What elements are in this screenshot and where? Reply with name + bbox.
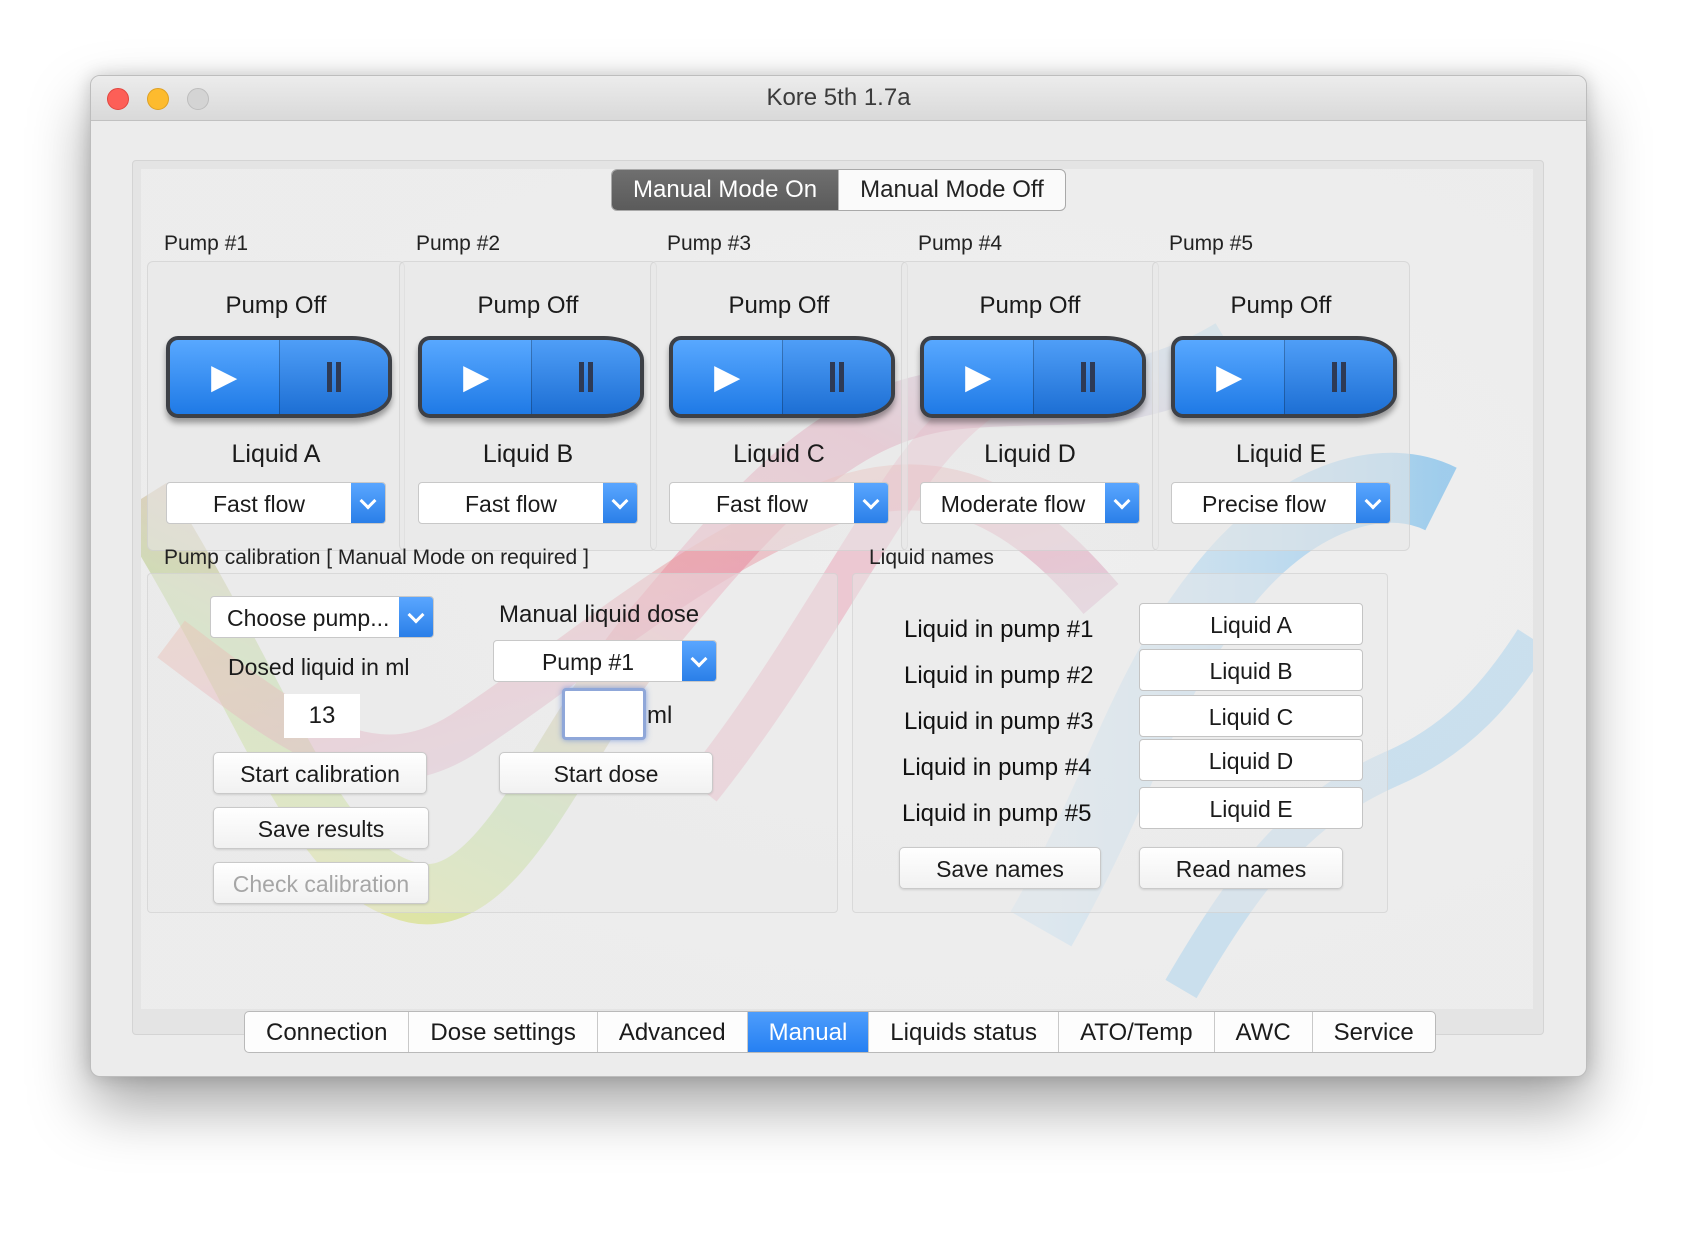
pump-5-switch[interactable]: ▶ <box>1171 336 1397 418</box>
pause-icon[interactable] <box>1032 340 1142 414</box>
pump-3-switch[interactable]: ▶ <box>669 336 895 418</box>
pump-1-switch[interactable]: ▶ <box>166 336 392 418</box>
tab-ato-temp[interactable]: ATO/Temp <box>1058 1012 1213 1052</box>
chevron-down-icon[interactable] <box>854 483 888 523</box>
manual-mode-on-segment[interactable]: Manual Mode On <box>612 170 839 210</box>
manual-mode-toggle[interactable]: Manual Mode On Manual Mode Off <box>611 169 1066 211</box>
pump-4-liquid-name: Liquid D <box>984 440 1076 468</box>
play-icon[interactable]: ▶ <box>673 340 782 414</box>
pump-4-card: Pump Off ▶ Liquid D Moderate flow <box>901 261 1159 551</box>
play-icon[interactable]: ▶ <box>1175 340 1284 414</box>
pump-5-status: Pump Off <box>1230 292 1332 319</box>
pump-2-switch[interactable]: ▶ <box>418 336 644 418</box>
choose-pump-select[interactable]: Choose pump... <box>210 596 434 638</box>
tab-manual[interactable]: Manual <box>746 1012 869 1052</box>
pump-4-status: Pump Off <box>979 292 1081 319</box>
liquid-name-field-5[interactable]: Liquid E <box>1139 787 1363 829</box>
pump-2-status: Pump Off <box>477 292 579 319</box>
window-title: Kore 5th 1.7a <box>766 84 911 111</box>
liquid-pump-4-label: Liquid in pump #4 <box>902 754 1092 781</box>
pump-4-flow-select[interactable]: Moderate flow <box>920 482 1140 524</box>
chevron-down-icon[interactable] <box>1105 483 1139 523</box>
tab-connection[interactable]: Connection <box>245 1012 408 1052</box>
pump-2-card: Pump Off ▶ Liquid B Fast flow <box>399 261 657 551</box>
pause-icon[interactable] <box>1283 340 1393 414</box>
pump-1-status: Pump Off <box>225 292 327 319</box>
tab-dose-settings[interactable]: Dose settings <box>408 1012 596 1052</box>
liquid-name-field-2[interactable]: Liquid B <box>1139 649 1363 691</box>
chevron-down-icon[interactable] <box>351 483 385 523</box>
start-dose-button[interactable]: Start dose <box>499 752 713 794</box>
liquid-pump-1-label: Liquid in pump #1 <box>904 616 1094 643</box>
manual-mode-off-segment[interactable]: Manual Mode Off <box>838 170 1065 210</box>
liquid-pump-5-label: Liquid in pump #5 <box>902 800 1092 827</box>
pump-3-label: Pump #3 <box>667 232 752 255</box>
pump-3-card: Pump Off ▶ Liquid C Fast flow <box>650 261 908 551</box>
tab-liquids-status[interactable]: Liquids status <box>868 1012 1058 1052</box>
chevron-down-icon[interactable] <box>1356 483 1390 523</box>
pump-3-status: Pump Off <box>728 292 830 319</box>
chevron-down-icon[interactable] <box>682 641 716 681</box>
pump-2-label: Pump #2 <box>416 232 501 255</box>
pump-4-label: Pump #4 <box>918 232 1003 255</box>
pump-1-flow-select[interactable]: Fast flow <box>166 482 386 524</box>
check-calibration-button[interactable]: Check calibration <box>213 862 429 904</box>
pump-5-liquid-name: Liquid E <box>1235 440 1327 468</box>
pump-2-flow-select[interactable]: Fast flow <box>418 482 638 524</box>
liquid-name-field-3[interactable]: Liquid C <box>1139 695 1363 737</box>
calibration-section-label: Pump calibration [ Manual Mode on requir… <box>164 546 589 569</box>
manual-dose-title: Manual liquid dose <box>499 601 700 628</box>
dose-amount-input[interactable] <box>562 688 646 740</box>
dosed-liquid-input[interactable]: 13 <box>284 694 360 738</box>
pump-1-card: Pump Off ▶ Liquid A Fast flow <box>147 261 405 551</box>
pause-icon[interactable] <box>781 340 891 414</box>
liquid-name-field-1[interactable]: Liquid A <box>1139 603 1363 645</box>
pump-3-liquid-name: Liquid C <box>733 440 825 468</box>
pump-2-flow-value: Fast flow <box>464 491 558 517</box>
pump-4-flow-value: Moderate flow <box>940 491 1086 517</box>
read-names-button[interactable]: Read names <box>1139 847 1343 889</box>
pump-2-liquid-name: Liquid B <box>482 440 574 468</box>
pump-3-flow-value: Fast flow <box>715 491 809 517</box>
play-icon[interactable]: ▶ <box>422 340 531 414</box>
liquid-names-section-label: Liquid names <box>869 546 994 569</box>
pump-1-liquid-name: Liquid A <box>231 440 321 468</box>
pump-1-flow-value: Fast flow <box>212 491 306 517</box>
app-window: Kore 5th 1.7a Manual Mode On Manual Mode… <box>90 75 1587 1077</box>
title-bar: Kore 5th 1.7a <box>91 76 1586 121</box>
pump-3-flow-select[interactable]: Fast flow <box>669 482 889 524</box>
pump-5-flow-select[interactable]: Precise flow <box>1171 482 1391 524</box>
dose-pump-value: Pump #1 <box>541 649 635 675</box>
pump-1-label: Pump #1 <box>164 232 249 255</box>
save-results-button[interactable]: Save results <box>213 807 429 849</box>
pump-5-label: Pump #5 <box>1169 232 1254 255</box>
liquid-pump-3-label: Liquid in pump #3 <box>904 708 1094 735</box>
liquid-pump-2-label: Liquid in pump #2 <box>904 662 1094 689</box>
pump-5-flow-value: Precise flow <box>1202 491 1326 517</box>
tab-service[interactable]: Service <box>1311 1012 1435 1052</box>
pump-5-card: Pump Off ▶ Liquid E Precise flow <box>1152 261 1410 551</box>
play-icon[interactable]: ▶ <box>924 340 1033 414</box>
tab-advanced[interactable]: Advanced <box>596 1012 747 1052</box>
play-icon[interactable]: ▶ <box>170 340 279 414</box>
pump-4-switch[interactable]: ▶ <box>920 336 1146 418</box>
choose-pump-value: Choose pump... <box>227 605 390 631</box>
dosed-liquid-label: Dosed liquid in ml <box>228 654 410 680</box>
tab-awc[interactable]: AWC <box>1213 1012 1312 1052</box>
chevron-down-icon[interactable] <box>603 483 637 523</box>
pause-icon[interactable] <box>278 340 388 414</box>
liquid-name-field-4[interactable]: Liquid D <box>1139 739 1363 781</box>
main-tab-bar: Connection Dose settings Advanced Manual… <box>244 1011 1436 1053</box>
dose-unit-label: ml <box>647 702 673 729</box>
dose-pump-select[interactable]: Pump #1 <box>493 640 717 682</box>
start-calibration-button[interactable]: Start calibration <box>213 752 427 794</box>
pause-icon[interactable] <box>530 340 640 414</box>
chevron-down-icon[interactable] <box>399 597 433 637</box>
save-names-button[interactable]: Save names <box>899 847 1101 889</box>
